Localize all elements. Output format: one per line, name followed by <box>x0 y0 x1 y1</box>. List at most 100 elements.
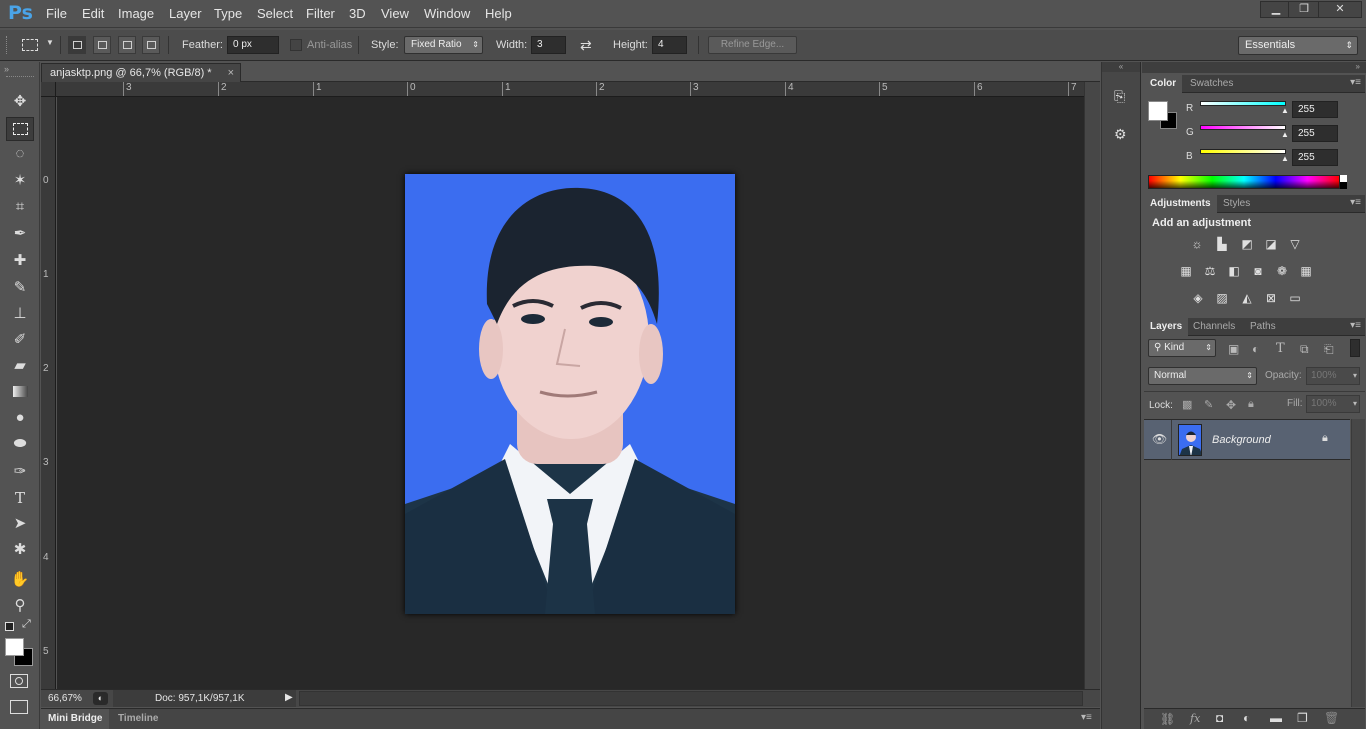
lock-all-icon[interactable]: 🔒︎ <box>1248 398 1254 411</box>
layer-style-fx-icon[interactable]: fx <box>1190 712 1200 725</box>
quick-mask-icon[interactable] <box>10 674 28 688</box>
tab-mini-bridge[interactable]: Mini Bridge <box>41 709 109 729</box>
filter-smart-object-icon[interactable]: ⎗ <box>1324 342 1334 357</box>
menu-type[interactable]: Type <box>214 6 242 21</box>
slider-thumb-icon[interactable]: ▲ <box>1281 106 1289 115</box>
lasso-tool-icon[interactable]: ◌ <box>6 142 34 166</box>
horizontal-ruler[interactable]: 3 2 1 0 1 2 3 4 5 6 7 <box>41 82 1084 97</box>
panel-menu-icon[interactable]: ▾≡ <box>1350 77 1361 88</box>
red-slider[interactable] <box>1200 101 1286 106</box>
curves-icon[interactable]: ◩ <box>1238 236 1256 252</box>
red-value[interactable]: 255 <box>1292 101 1338 118</box>
style-select[interactable]: Fixed Ratio ⇕ <box>404 36 483 54</box>
blue-value[interactable]: 255 <box>1292 149 1338 166</box>
threshold-icon[interactable]: ◭ <box>1238 290 1256 306</box>
type-tool-icon[interactable]: T <box>6 486 34 510</box>
filter-pixel-icon[interactable]: ▣ <box>1228 342 1239 356</box>
path-selection-tool-icon[interactable]: ➤ <box>6 512 34 536</box>
lock-transparent-icon[interactable]: ▩ <box>1182 398 1192 411</box>
slider-thumb-icon[interactable]: ▲ <box>1281 130 1289 139</box>
vertical-ruler[interactable]: 0 1 2 3 4 5 <box>41 97 56 689</box>
blur-tool-icon[interactable]: ● <box>6 406 34 430</box>
color-spectrum-ramp[interactable] <box>1148 175 1340 189</box>
zoom-level[interactable]: 66,67% <box>48 693 82 704</box>
slider-thumb-icon[interactable]: ▲ <box>1281 154 1289 163</box>
add-mask-icon[interactable]: ◘ <box>1216 711 1223 725</box>
posterize-icon[interactable]: ▨ <box>1213 290 1231 306</box>
feather-input[interactable]: 0 px <box>227 36 279 54</box>
vibrance-icon[interactable]: ▽ <box>1286 236 1304 252</box>
tab-layers[interactable]: Layers <box>1144 318 1189 336</box>
rectangular-marquee-tool-icon[interactable] <box>6 117 34 141</box>
filter-shape-icon[interactable]: ⧉ <box>1300 342 1309 357</box>
new-selection-icon[interactable] <box>68 36 86 54</box>
panel-menu-icon[interactable]: ▾≡ <box>1350 320 1361 331</box>
close-button[interactable]: ✕ <box>1318 1 1362 18</box>
eye-visibility-icon[interactable]: 👁︎ <box>1152 432 1167 446</box>
restore-button[interactable]: ❐ <box>1288 1 1320 18</box>
gradient-tool-icon[interactable] <box>6 380 34 404</box>
foreground-color-swatch[interactable] <box>5 638 24 656</box>
marquee-preset-icon[interactable] <box>22 39 38 51</box>
menu-3d[interactable]: 3D <box>349 6 366 21</box>
new-layer-icon[interactable]: ❐ <box>1297 711 1308 725</box>
preset-dropdown-icon[interactable]: ▼ <box>46 38 54 47</box>
tab-timeline[interactable]: Timeline <box>112 709 158 729</box>
exposure-icon[interactable]: ◪ <box>1262 236 1280 252</box>
menu-filter[interactable]: Filter <box>306 6 335 21</box>
invert-icon[interactable]: ◈ <box>1189 290 1207 306</box>
menu-file[interactable]: File <box>46 6 67 21</box>
layer-name[interactable]: Background <box>1212 434 1271 446</box>
intersect-selection-icon[interactable] <box>142 36 160 54</box>
menu-select[interactable]: Select <box>257 6 293 21</box>
antialias-checkbox[interactable] <box>290 39 302 51</box>
gradient-map-icon[interactable]: ▭ <box>1286 290 1304 306</box>
refine-edge-button[interactable]: Refine Edge... <box>708 36 797 54</box>
lock-image-icon[interactable]: ✎ <box>1204 398 1213 411</box>
blue-slider[interactable] <box>1200 149 1286 154</box>
close-document-icon[interactable]: × <box>228 64 234 82</box>
levels-icon[interactable]: ▙ <box>1213 236 1231 252</box>
foreground-color-swatch[interactable] <box>1148 101 1168 121</box>
play-arrow-icon[interactable]: ▶ <box>285 692 293 703</box>
custom-shape-tool-icon[interactable]: ✱ <box>6 538 34 562</box>
healing-brush-tool-icon[interactable]: ✚ <box>6 249 34 273</box>
color-lookup-icon[interactable]: ▦ <box>1297 263 1315 279</box>
eraser-tool-icon[interactable]: ▰ <box>6 354 34 378</box>
menu-edit[interactable]: Edit <box>82 6 104 21</box>
new-group-icon[interactable]: ▬ <box>1270 711 1282 725</box>
tab-styles[interactable]: Styles <box>1217 195 1256 213</box>
menu-image[interactable]: Image <box>118 6 154 21</box>
brightness-contrast-icon[interactable]: ☼ <box>1188 236 1206 252</box>
status-menu-icon[interactable]: ◐ <box>93 692 108 705</box>
workspace-select[interactable]: Essentials ⇕ <box>1238 36 1358 55</box>
filter-toggle[interactable] <box>1350 339 1360 357</box>
black-white-icon[interactable]: ◧ <box>1225 263 1243 279</box>
blend-mode-select[interactable]: Normal ⇕ <box>1148 367 1257 385</box>
document-tab[interactable]: anjasktp.png @ 66,7% (RGB/8) * × <box>41 63 241 82</box>
properties-panel-icon[interactable]: ⚙ <box>1114 126 1127 143</box>
menu-view[interactable]: View <box>381 6 409 21</box>
vertical-scrollbar[interactable] <box>1084 82 1100 689</box>
horizontal-scrollbar[interactable] <box>299 691 1083 706</box>
document-image[interactable] <box>405 174 735 614</box>
brush-tool-icon[interactable]: ✎ <box>6 276 34 300</box>
eyedropper-tool-icon[interactable]: ✒ <box>6 222 34 246</box>
filter-adjustment-icon[interactable]: ◐ <box>1252 342 1259 356</box>
fill-input[interactable]: 100% ▾ <box>1306 395 1360 413</box>
clone-stamp-tool-icon[interactable]: ⊥ <box>6 302 34 326</box>
expand-dock-icon[interactable]: « <box>1102 62 1140 72</box>
filter-type-icon[interactable]: T <box>1276 341 1285 356</box>
hue-saturation-icon[interactable]: ▦ <box>1177 263 1195 279</box>
channel-mixer-icon[interactable]: ❁ <box>1273 263 1291 279</box>
swap-icon[interactable]: ⇄ <box>580 37 592 54</box>
pen-tool-icon[interactable]: ✑ <box>6 460 34 484</box>
ruler-origin[interactable] <box>41 82 56 97</box>
tab-swatches[interactable]: Swatches <box>1184 75 1239 93</box>
tab-channels[interactable]: Channels <box>1187 318 1241 336</box>
layer-filter-select[interactable]: ⚲ Kind ⇕ <box>1148 339 1216 357</box>
default-colors-icon[interactable] <box>5 622 14 631</box>
width-input[interactable]: 3 <box>531 36 566 54</box>
screen-mode-icon[interactable] <box>10 700 28 714</box>
menu-layer[interactable]: Layer <box>169 6 202 21</box>
